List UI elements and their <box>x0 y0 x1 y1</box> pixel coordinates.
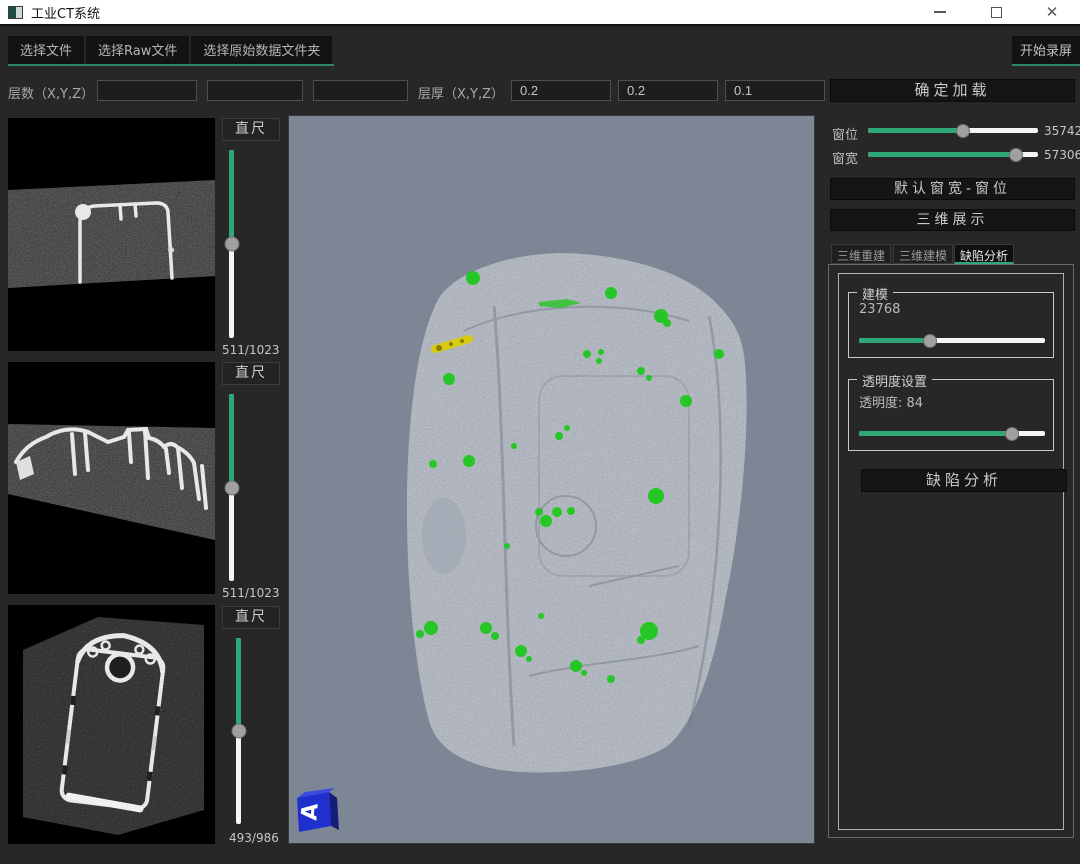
start-record-button[interactable]: 开始录屏 <box>1012 36 1080 66</box>
slice-slider-middle[interactable] <box>229 394 234 581</box>
defect-analysis-panel: 建模 23768 透明度设置 透明度: 84 缺陷分析 <box>828 264 1074 838</box>
confirm-load-button[interactable]: 确定加载 <box>830 79 1075 102</box>
slice-position-middle: 511/1023 <box>222 586 280 600</box>
maximize-button[interactable] <box>968 0 1024 24</box>
slice-view-bottom[interactable] <box>8 605 215 844</box>
minimize-icon <box>934 11 946 13</box>
window-width-label: 窗宽 <box>832 148 858 167</box>
modeling-value: 23768 <box>859 302 900 317</box>
window-level-value: 35742 <box>1044 124 1080 138</box>
default-window-button[interactable]: 默认窗宽-窗位 <box>830 178 1075 200</box>
modeling-slider-thumb[interactable] <box>923 334 937 348</box>
thickness-x-input[interactable] <box>511 80 611 101</box>
window-width-slider[interactable] <box>868 152 1038 157</box>
ruler-button-top[interactable]: 直尺 <box>222 118 280 141</box>
panel-inner-frame: 建模 23768 透明度设置 透明度: 84 缺陷分析 <box>838 273 1064 830</box>
close-button[interactable]: ✕ <box>1024 0 1080 24</box>
maximize-icon <box>991 7 1002 18</box>
ruler-button-bottom[interactable]: 直尺 <box>222 606 280 629</box>
modeling-groupbox: 建模 23768 <box>848 292 1054 358</box>
open-raw-button[interactable]: 选择Raw文件 <box>86 36 189 64</box>
thickness-y-input[interactable] <box>618 80 718 101</box>
window-title: 工业CT系统 <box>31 3 100 22</box>
window-controls: ✕ <box>912 0 1080 24</box>
slice-slider-top-thumb[interactable] <box>224 237 239 252</box>
slice-slider-bottom-thumb[interactable] <box>231 724 246 739</box>
slice-slider-bottom[interactable] <box>236 638 241 824</box>
app-icon <box>8 6 23 19</box>
window-width-value: 57306 <box>1044 148 1080 162</box>
slice-slider-top[interactable] <box>229 150 234 338</box>
layers-y-input[interactable] <box>207 80 303 101</box>
layers-x-input[interactable] <box>97 80 197 101</box>
tab-3d-reconstruction[interactable]: 三维重建 <box>831 244 891 264</box>
slice-slider-middle-thumb[interactable] <box>224 480 239 495</box>
transparency-value-label: 透明度: 84 <box>859 392 923 411</box>
ruler-button-middle[interactable]: 直尺 <box>222 362 280 385</box>
thickness-label: 层厚（X,Y,Z） <box>418 83 504 102</box>
transparency-slider-thumb[interactable] <box>1005 427 1019 441</box>
titlebar: 工业CT系统 ✕ <box>0 0 1080 26</box>
slice-position-bottom: 493/986 <box>229 831 279 845</box>
thickness-z-input[interactable] <box>725 80 825 101</box>
modeling-group-title: 建模 <box>857 284 893 303</box>
minimize-button[interactable] <box>912 0 968 24</box>
defect-analyze-button[interactable]: 缺陷分析 <box>861 469 1067 492</box>
window-level-label: 窗位 <box>832 124 858 143</box>
layers-z-input[interactable] <box>313 80 408 101</box>
tab-defect-analysis[interactable]: 缺陷分析 <box>954 244 1014 264</box>
window-width-slider-thumb[interactable] <box>1009 148 1023 162</box>
transparency-groupbox: 透明度设置 透明度: 84 <box>848 379 1054 451</box>
slice-view-top[interactable] <box>8 118 215 351</box>
open-folder-button[interactable]: 选择原始数据文件夹 <box>191 36 332 64</box>
viewport-3d[interactable]: A <box>288 115 815 844</box>
open-file-button[interactable]: 选择文件 <box>8 36 84 64</box>
viewer-logo: A <box>297 788 339 832</box>
show-3d-button[interactable]: 三维展示 <box>830 209 1075 231</box>
svg-text:A: A <box>297 802 323 821</box>
modeling-slider[interactable] <box>859 338 1045 343</box>
window-level-slider-thumb[interactable] <box>956 124 970 138</box>
close-icon: ✕ <box>1046 5 1059 20</box>
transparency-group-title: 透明度设置 <box>857 371 932 390</box>
transparency-slider[interactable] <box>859 431 1045 436</box>
slice-position-top: 511/1023 <box>222 343 280 357</box>
window-level-slider[interactable] <box>868 128 1038 133</box>
layers-label: 层数（X,Y,Z） <box>8 83 94 102</box>
file-menubar: 选择文件 选择Raw文件 选择原始数据文件夹 <box>8 36 334 66</box>
slice-view-middle[interactable] <box>8 362 215 594</box>
tab-3d-modeling[interactable]: 三维建模 <box>893 244 953 264</box>
